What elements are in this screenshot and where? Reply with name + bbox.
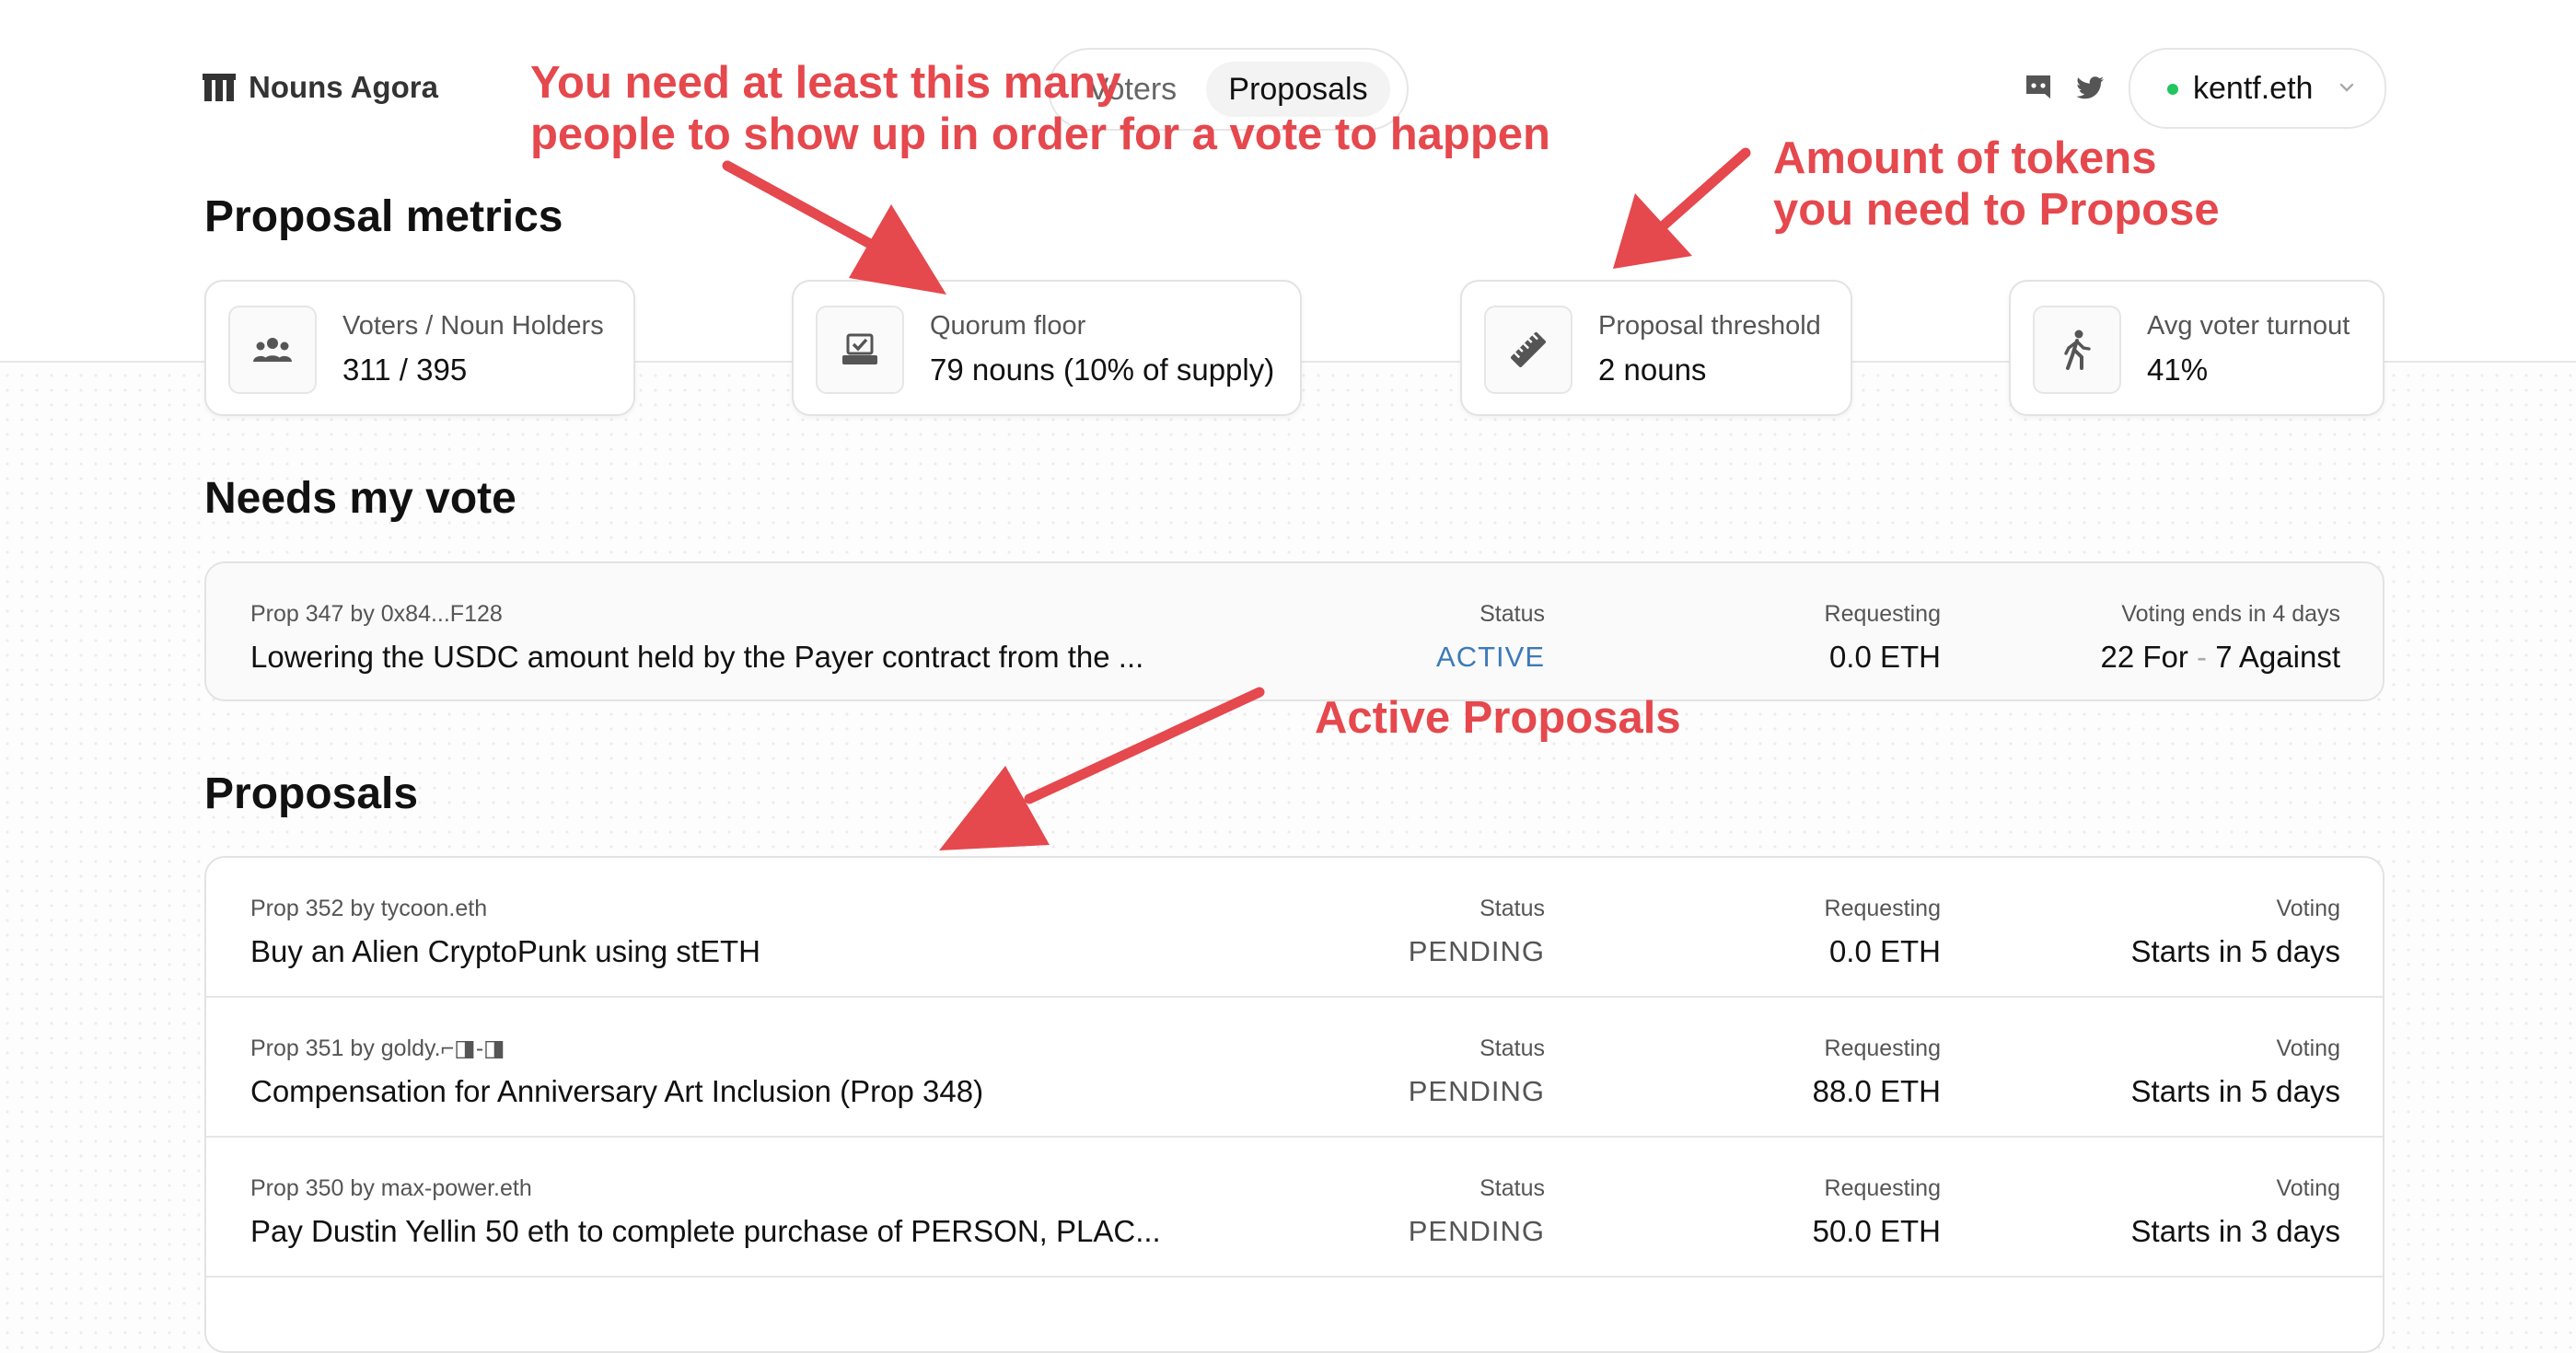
vote-tally: 22 For - 7 Against xyxy=(2101,637,2341,677)
connection-status-dot xyxy=(2167,84,2178,95)
requesting-column: Requesting 0.0 ETH xyxy=(1825,893,1941,972)
status-label: Status xyxy=(1479,896,1545,921)
annotation-line: you need to Propose xyxy=(1773,185,2220,235)
needs-my-vote-heading: Needs my vote xyxy=(204,474,516,523)
voting-column: Voting Starts in 5 days xyxy=(2131,1033,2340,1112)
voting-label: Voting xyxy=(2276,896,2340,921)
wallet-button[interactable]: kentf.eth xyxy=(2129,48,2386,129)
requesting-label: Requesting xyxy=(1824,1035,1941,1061)
voting-value: Starts in 5 days xyxy=(2130,1074,2340,1108)
voting-value: Starts in 3 days xyxy=(2130,1214,2340,1248)
logo[interactable]: Nouns Agora xyxy=(203,64,438,110)
wallet-name: kentf.eth xyxy=(2193,71,2314,106)
proposal-row[interactable]: Prop 347 by 0x84...F128 Lowering the USD… xyxy=(206,563,2383,700)
proposal-row[interactable]: Prop 352 by tycoon.eth Buy an Alien Cryp… xyxy=(206,858,2383,998)
walking-person-icon xyxy=(2033,306,2121,394)
voting-column: Voting ends in 4 days 22 For - 7 Against xyxy=(2101,598,2341,677)
proposals-list: Prop 352 by tycoon.eth Buy an Alien Cryp… xyxy=(204,856,2385,1353)
discord-icon[interactable] xyxy=(2022,72,2055,105)
twitter-icon[interactable] xyxy=(2073,72,2106,105)
requesting-column: Requesting 50.0 ETH xyxy=(1813,1173,1941,1252)
metric-value: 41% xyxy=(2147,353,2209,387)
chevron-down-icon xyxy=(2339,83,2354,92)
proposal-title[interactable]: Pay Dustin Yellin 50 eth to complete pur… xyxy=(250,1211,1161,1252)
status-badge: PENDING xyxy=(1408,1215,1545,1247)
metric-label: Quorum floor xyxy=(930,311,1086,341)
requesting-label: Requesting xyxy=(1824,601,1941,627)
proposals-heading: Proposals xyxy=(204,769,419,818)
metric-card-turnout: Avg voter turnout 41% xyxy=(2009,280,2385,416)
metric-value: 79 nouns (10% of supply) xyxy=(930,353,1275,387)
status-column: Status PENDING xyxy=(1409,893,1545,972)
metric-card-voters: Voters / Noun Holders 311 / 395 xyxy=(204,280,635,416)
votes-against: 7 Against xyxy=(2215,640,2340,674)
votes-for: 22 For xyxy=(2100,640,2188,674)
status-badge: ACTIVE xyxy=(1436,641,1545,673)
requesting-column: Requesting 88.0 ETH xyxy=(1813,1033,1941,1112)
status-badge: PENDING xyxy=(1408,1075,1545,1107)
metric-label: Avg voter turnout xyxy=(2147,311,2350,341)
requesting-value: 88.0 ETH xyxy=(1812,1074,1941,1108)
proposal-title[interactable]: Lowering the USDC amount held by the Pay… xyxy=(250,637,1143,677)
status-label: Status xyxy=(1479,601,1545,627)
metric-label: Voters / Noun Holders xyxy=(342,311,604,341)
annotation-line: people to show up in order for a vote to… xyxy=(530,110,1550,159)
proposal-title[interactable]: Compensation for Anniversary Art Inclusi… xyxy=(250,1071,983,1112)
status-label: Status xyxy=(1479,1035,1545,1061)
status-column: Status PENDING xyxy=(1409,1033,1545,1112)
voting-column: Voting Starts in 5 days xyxy=(2131,893,2340,972)
ballot-box-icon xyxy=(816,306,904,394)
proposal-row[interactable]: Prop 350 by max-power.eth Pay Dustin Yel… xyxy=(206,1138,2383,1278)
metric-label: Proposal threshold xyxy=(1598,311,1821,341)
status-badge: PENDING xyxy=(1408,935,1545,967)
requesting-value: 0.0 ETH xyxy=(1828,640,1941,674)
status-label: Status xyxy=(1479,1175,1545,1201)
requesting-label: Requesting xyxy=(1824,1175,1941,1201)
voting-label: Voting xyxy=(2276,1035,2340,1061)
proposal-row[interactable]: Prop 351 by goldy.⌐◨-◨ Compensation for … xyxy=(206,998,2383,1138)
annotation-active-proposals: Active Proposals xyxy=(1315,693,1681,743)
voting-value: Starts in 5 days xyxy=(2130,934,2340,968)
proposal-title[interactable]: Buy an Alien CryptoPunk using stETH xyxy=(250,931,760,972)
metric-card-threshold: Proposal threshold 2 nouns xyxy=(1460,280,1852,416)
status-column: Status PENDING xyxy=(1409,1173,1545,1252)
proposal-author: Prop 351 by goldy.⌐◨-◨ xyxy=(250,1035,505,1061)
annotation-threshold: Amount of tokens you need to Propose xyxy=(1773,133,2220,236)
proposal-metrics-heading: Proposal metrics xyxy=(204,192,563,241)
ruler-icon xyxy=(1484,306,1572,394)
users-icon xyxy=(228,306,317,394)
requesting-column: Requesting 0.0 ETH xyxy=(1825,598,1941,677)
requesting-value: 0.0 ETH xyxy=(1828,934,1941,968)
proposal-author: Prop 347 by 0x84...F128 xyxy=(250,601,503,627)
requesting-value: 50.0 ETH xyxy=(1812,1214,1941,1248)
voting-label: Voting xyxy=(2276,1175,2340,1201)
annotation-line: You need at least this many xyxy=(530,58,1121,108)
voting-column: Voting Starts in 3 days xyxy=(2131,1173,2340,1252)
logo-text: Nouns Agora xyxy=(249,70,438,104)
metric-card-quorum: Quorum floor 79 nouns (10% of supply) xyxy=(792,280,1302,416)
metric-value: 2 nouns xyxy=(1598,353,1707,387)
arrow-active xyxy=(939,687,1265,850)
proposal-author: Prop 350 by max-power.eth xyxy=(250,1175,532,1201)
needs-vote-list: Prop 347 by 0x84...F128 Lowering the USD… xyxy=(204,561,2385,701)
annotation-line: Amount of tokens xyxy=(1773,133,2157,183)
proposal-author: Prop 352 by tycoon.eth xyxy=(250,896,488,921)
annotation-quorum: You need at least this many people to sh… xyxy=(530,57,1550,160)
nouns-logo-icon xyxy=(203,74,236,101)
votes-separator: - xyxy=(2197,640,2208,674)
metric-value: 311 / 395 xyxy=(342,353,468,387)
requesting-label: Requesting xyxy=(1824,896,1941,921)
status-column: Status ACTIVE xyxy=(1436,598,1545,677)
voting-label: Voting ends in 4 days xyxy=(2121,601,2340,627)
